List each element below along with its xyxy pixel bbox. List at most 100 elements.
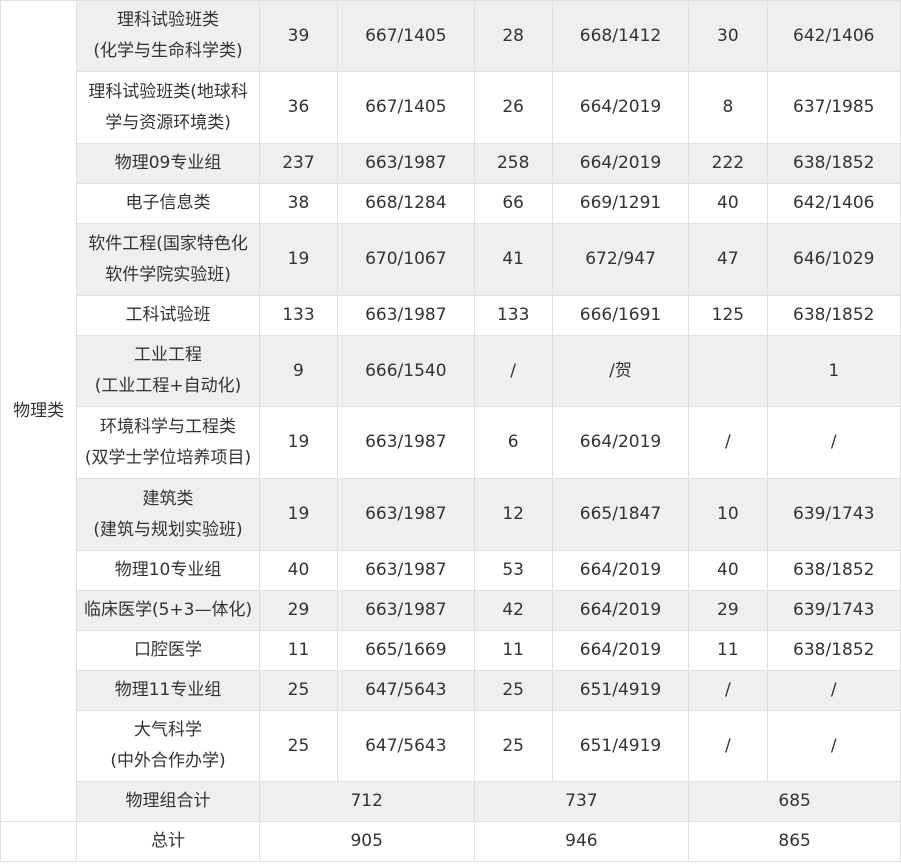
- score-rank: 647/5643: [337, 710, 475, 782]
- plan-count: 53: [473, 550, 553, 591]
- table-row: 理科试验班类(地球科 学与资源环境类) 36 667/1405 26 664/2019 8 6…: [1, 71, 901, 144]
- table-row: 软件工程(国家特色化 软件学院实验班) 19 670/1067 41 672/947 47 6…: [1, 223, 901, 296]
- plan-count: /: [473, 335, 553, 407]
- score-rank: 651/4919: [551, 710, 690, 782]
- plan-count: /: [688, 670, 768, 711]
- score-rank: 664/2019: [551, 590, 690, 631]
- major-name-line: 物理09专业组: [114, 153, 222, 173]
- total-value: 946: [473, 821, 690, 862]
- plan-count: 40: [688, 550, 768, 591]
- score-rank: 664/2019: [551, 143, 690, 184]
- plan-count: 237: [258, 143, 339, 184]
- plan-count: 47: [688, 223, 768, 296]
- table-row: 口腔医学 11 665/1669 11 664/2019 11 638/1852: [1, 630, 901, 671]
- score-rank: /: [766, 406, 901, 479]
- major-name-line: 大气科学: [134, 720, 203, 740]
- score-rank: 668/1412: [551, 0, 690, 72]
- score-rank: 638/1852: [766, 295, 901, 336]
- plan-count: 25: [258, 670, 339, 711]
- plan-count: 26: [473, 71, 553, 144]
- score-rank: 665/1669: [337, 630, 475, 671]
- major-name-line: 理科试验班类(地球科: [88, 81, 248, 102]
- subtotal-value: 737: [473, 781, 690, 822]
- plan-count: 19: [258, 478, 339, 551]
- major-name-line: 临床医学(5+3—体化): [83, 600, 253, 620]
- table-body: 物理类 理科试验班类 (化学与生命科学类) 39 667/1405 28 668/1412 3…: [0, 0, 901, 862]
- plan-count: 19: [258, 223, 339, 296]
- score-rank: 663/1987: [337, 590, 475, 631]
- plan-count: [688, 335, 768, 407]
- score-rank: 663/1987: [337, 550, 475, 591]
- plan-count: 10: [688, 478, 768, 551]
- major-name-line: (化学与生命科学类): [93, 41, 243, 61]
- major-name-line: 口腔医学: [134, 640, 203, 660]
- major-name-line: 工业工程: [134, 345, 203, 365]
- score-rank: 647/5643: [337, 670, 475, 711]
- plan-count: 19: [258, 406, 339, 479]
- plan-count: 25: [473, 670, 553, 711]
- major-name: 建筑类 (建筑与规划实验班): [76, 478, 260, 551]
- major-name: 电子信息类: [76, 183, 260, 224]
- plan-count: /: [688, 710, 768, 782]
- total-empty-cell: [0, 821, 78, 862]
- subtotal-row: 物理组合计 712 737 685: [1, 781, 901, 822]
- category-label: 物理类: [0, 0, 78, 822]
- major-name-line: 物理11专业组: [114, 680, 222, 700]
- plan-count: 11: [688, 630, 768, 671]
- score-rank: 664/2019: [551, 550, 690, 591]
- score-rank: 639/1743: [766, 478, 901, 551]
- major-name: 大气科学 (中外合作办学): [76, 710, 260, 782]
- plan-count: 11: [258, 630, 339, 671]
- major-name-line: 电子信息类: [125, 193, 211, 213]
- plan-count: 42: [473, 590, 553, 631]
- table-row: 环境科学与工程类 (双学士学位培养项目) 19 663/1987 6 664/2019//: [1, 406, 901, 479]
- total-label: 总计: [76, 821, 260, 862]
- major-name: 软件工程(国家特色化 软件学院实验班): [76, 223, 260, 296]
- score-rank: 670/1067: [337, 223, 475, 296]
- plan-count: 66: [473, 183, 553, 224]
- score-rank: 663/1987: [337, 478, 475, 551]
- major-name-line: 软件学院实验班): [105, 264, 231, 285]
- score-rank: 651/4919: [551, 670, 690, 711]
- score-rank: 642/1406: [766, 183, 901, 224]
- plan-count: 125: [688, 295, 768, 336]
- major-name: 工科试验班: [76, 295, 260, 336]
- plan-count: 12: [473, 478, 553, 551]
- plan-count: 40: [258, 550, 339, 591]
- plan-count: 39: [258, 0, 339, 72]
- major-name-line: (双学士学位培养项目): [84, 447, 252, 468]
- major-name-line: 工科试验班: [125, 305, 211, 325]
- major-name: 理科试验班类 (化学与生命科学类): [76, 0, 260, 72]
- total-row: 总计 905 946 865: [0, 821, 901, 862]
- table-row: 物理09专业组 237 663/1987 258 664/2019 222 638/1852: [1, 143, 901, 184]
- score-rank: 642/1406: [766, 0, 901, 72]
- score-rank: 638/1852: [766, 630, 901, 671]
- plan-count: 40: [688, 183, 768, 224]
- score-rank: /: [766, 710, 901, 782]
- score-rank: 669/1291: [551, 183, 690, 224]
- score-rank: 665/1847: [551, 478, 690, 551]
- major-name-line: 理科试验班类: [117, 10, 220, 30]
- major-name: 口腔医学: [76, 630, 260, 671]
- table-row: 临床医学(5+3—体化) 29 663/1987 42 664/2019 29 639/17…: [1, 590, 901, 631]
- plan-count: 29: [688, 590, 768, 631]
- score-rank: 667/1405: [337, 0, 475, 72]
- plan-count: 222: [688, 143, 768, 184]
- subtotal-value: 685: [688, 781, 901, 822]
- major-name: 物理09专业组: [76, 143, 260, 184]
- score-rank: 664/2019: [551, 71, 690, 144]
- table-row: 工业工程 (工业工程+自动化) 9 666/1540//贺 1: [1, 335, 901, 407]
- score-rank: 664/2019: [551, 630, 690, 671]
- plan-count: 36: [258, 71, 339, 144]
- major-name-line: 学与资源环境类): [105, 112, 231, 133]
- plan-count: 9: [258, 335, 339, 407]
- admission-table: 物理类 理科试验班类 (化学与生命科学类) 39 667/1405 28 668/1412 3…: [0, 0, 901, 862]
- table-row: 电子信息类 38 668/1284 66 669/1291 40 642/1406: [1, 183, 901, 224]
- score-rank: 638/1852: [766, 550, 901, 591]
- major-name: 物理10专业组: [76, 550, 260, 591]
- table-row: 建筑类 (建筑与规划实验班) 19 663/1987 12 665/1847 10 639/1…: [1, 478, 901, 551]
- subtotal-value: 712: [258, 781, 475, 822]
- score-rank: 666/1691: [551, 295, 690, 336]
- table-row: 物理类 理科试验班类 (化学与生命科学类) 39 667/1405 28 668/1412 3…: [0, 0, 901, 822]
- table-row: 工科试验班 133 663/1987 133 666/1691 125 638/1852: [1, 295, 901, 336]
